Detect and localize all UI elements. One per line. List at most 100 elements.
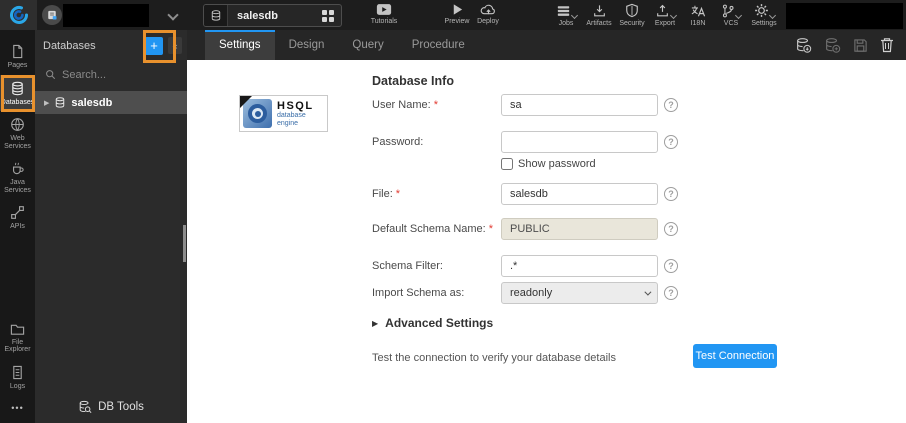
vcs-button[interactable]: VCS (716, 3, 746, 27)
tutorials-button[interactable]: Tutorials (365, 3, 403, 25)
settings-label: Settings (751, 20, 776, 27)
database-icon (54, 96, 66, 109)
advanced-expander-icon: ▶ (372, 319, 378, 328)
export-db-button[interactable] (824, 37, 841, 54)
file-input[interactable] (501, 183, 658, 205)
panel-header: Databases + « (35, 30, 187, 61)
folder-icon (10, 322, 25, 336)
artifacts-button[interactable]: Artifacts (584, 3, 614, 27)
database-search[interactable] (35, 61, 187, 88)
test-connection-button[interactable]: Test Connection (693, 344, 777, 368)
advanced-settings-label: Advanced Settings (385, 316, 493, 330)
default-schema-label: Default Schema Name:* (372, 223, 493, 235)
hsql-logo-sub1: database (277, 112, 314, 120)
hsql-logo-corner (240, 96, 252, 108)
default-schema-help-icon[interactable]: ? (664, 222, 678, 236)
show-password-option[interactable]: Show password (501, 158, 596, 170)
tab-design[interactable]: Design (275, 30, 339, 60)
tab-query[interactable]: Query (338, 30, 397, 60)
sidebar-item-java-services[interactable]: Java Services (0, 155, 35, 199)
download-icon (592, 4, 607, 18)
password-input[interactable] (501, 131, 658, 153)
web-services-label: Web Services (0, 135, 35, 150)
video-icon (376, 3, 392, 16)
tab-procedure[interactable]: Procedure (398, 30, 479, 60)
sidebar-item-file-explorer[interactable]: File Explorer (0, 316, 35, 359)
tab-settings[interactable]: Settings (205, 30, 275, 60)
vcs-chevron-icon (735, 12, 742, 19)
save-button[interactable] (853, 38, 868, 53)
db-tools-icon (78, 400, 92, 414)
schema-filter-label: Schema Filter: (372, 260, 443, 272)
tree-item-salesdb[interactable]: ▶ salesdb (35, 91, 187, 114)
preview-label: Preview (445, 18, 470, 25)
import-schema-help-icon[interactable]: ? (664, 286, 678, 300)
project-avatar[interactable] (42, 5, 62, 25)
settings-content: HSQL database engine Database Info User … (187, 60, 906, 423)
apis-icon (10, 205, 25, 220)
jobs-label: Jobs (559, 20, 574, 27)
collapse-panel-button[interactable]: « (168, 37, 182, 54)
add-database-button[interactable]: + (145, 37, 163, 55)
expander-icon[interactable]: ▶ (44, 99, 49, 107)
reimport-db-button[interactable] (795, 37, 812, 54)
logs-label: Logs (10, 383, 25, 391)
jobs-icon (556, 4, 571, 18)
delete-db-button[interactable] (880, 37, 894, 53)
wavemaker-logo[interactable] (0, 0, 37, 30)
databases-label: Databases (1, 99, 34, 107)
security-button[interactable]: Security (617, 3, 647, 27)
file-help-icon[interactable]: ? (664, 187, 678, 201)
search-input[interactable] (62, 69, 162, 81)
coffee-icon (10, 161, 25, 176)
shield-icon (625, 3, 639, 18)
panel-scrollbar[interactable] (183, 225, 186, 262)
sidebar-item-apis[interactable]: APIs (0, 199, 35, 236)
advanced-settings-toggle[interactable]: ▶ Advanced Settings (372, 316, 493, 330)
redacted-project-name (63, 4, 149, 27)
pages-icon (10, 44, 25, 59)
sidebar-item-pages[interactable]: Pages (0, 38, 35, 75)
panel-title: Databases (43, 40, 140, 52)
hsql-logo-title: HSQL (277, 100, 314, 112)
top-bar: salesdb Tutorials Preview Deploy (0, 0, 906, 30)
translate-icon (690, 4, 706, 18)
main-area: Settings Design Query Procedure (187, 30, 906, 423)
app-window: salesdb Tutorials Preview Deploy (0, 0, 906, 423)
settings-chevron-icon (768, 12, 775, 19)
branch-icon (721, 4, 735, 18)
test-connection-hint: Test the connection to verify your datab… (372, 352, 616, 364)
i18n-button[interactable]: I18N (683, 3, 713, 27)
import-schema-select[interactable]: readonly (501, 282, 658, 304)
search-icon (45, 69, 56, 80)
schema-filter-help-icon[interactable]: ? (664, 259, 678, 273)
show-password-checkbox[interactable] (501, 158, 513, 170)
i18n-label: I18N (691, 20, 706, 27)
vcs-label: VCS (724, 20, 738, 27)
databases-icon (10, 81, 25, 96)
export-button[interactable]: Export (650, 3, 680, 27)
sidebar-more-button[interactable]: ••• (0, 395, 35, 423)
password-help-icon[interactable]: ? (664, 135, 678, 149)
user-name-input[interactable] (501, 94, 658, 116)
db-tools-button[interactable]: DB Tools (35, 393, 187, 421)
user-name-help-icon[interactable]: ? (664, 98, 678, 112)
jobs-button[interactable]: Jobs (551, 3, 581, 27)
schema-filter-input[interactable] (501, 255, 658, 277)
project-chevron-down-icon[interactable] (167, 9, 178, 20)
deploy-button[interactable]: Deploy (469, 3, 507, 25)
show-password-label: Show password (518, 158, 596, 170)
apis-label: APIs (10, 223, 25, 231)
hsql-logo: HSQL database engine (239, 95, 328, 132)
import-schema-value: readonly (510, 287, 552, 299)
open-database-tab[interactable]: salesdb (203, 4, 342, 27)
settings-button[interactable]: Settings (749, 3, 779, 27)
file-explorer-label: File Explorer (0, 339, 35, 354)
hsql-logo-sub2: engine (277, 120, 314, 128)
sidebar-item-databases[interactable]: Databases (0, 75, 35, 112)
grid-view-icon[interactable] (322, 10, 334, 22)
sidebar-item-web-services[interactable]: Web Services (0, 111, 35, 155)
file-label: File:* (372, 188, 400, 200)
left-rail: Pages Databases Web Services Java Servic… (0, 30, 35, 423)
sidebar-item-logs[interactable]: Logs (0, 359, 35, 396)
